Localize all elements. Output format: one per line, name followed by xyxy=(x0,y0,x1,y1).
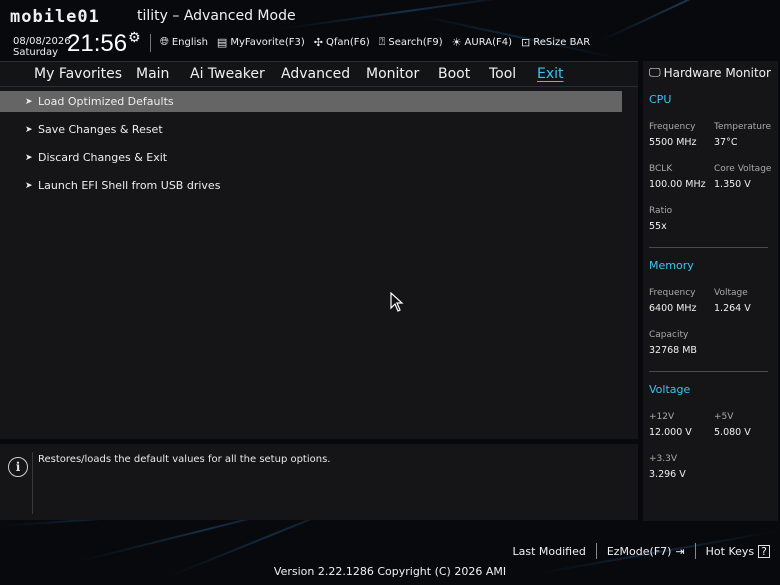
date-display: 08/08/2026 Saturday xyxy=(13,36,71,58)
date: 08/08/2026 xyxy=(13,36,71,47)
help-icon: ? xyxy=(758,544,770,558)
menu-item-launch-efi-shell[interactable]: ➤ Launch EFI Shell from USB drives xyxy=(0,175,622,196)
search-icon: ⍰ xyxy=(378,35,386,48)
menu-item-discard-changes-exit[interactable]: ➤ Discard Changes & Exit xyxy=(0,147,622,168)
hardware-monitor-panel: 🖵︎ Hardware Monitor CPU Frequency 5500 M… xyxy=(643,61,778,521)
search-button[interactable]: ⍰ Search(F9) xyxy=(379,35,443,49)
memory-capacity-value: 32768 MB xyxy=(649,345,697,356)
clock: 21:56 xyxy=(67,30,128,57)
tab-ai-tweaker[interactable]: Ai Tweaker xyxy=(190,66,265,82)
toolbar: 🌐︎ English ▤ MyFavorite(F3) ✣ Qfan(F6) ⍰… xyxy=(160,35,590,49)
arrow-right-icon: ➤ xyxy=(25,124,33,135)
arrow-right-icon: ➤ xyxy=(25,180,33,191)
hardware-monitor-title: 🖵︎ Hardware Monitor xyxy=(649,65,771,80)
fan-icon: ✣ xyxy=(313,35,323,49)
cpu-section-title: CPU xyxy=(649,93,672,106)
help-panel: i Restores/loads the default values for … xyxy=(0,444,638,520)
memory-voltage-label: Voltage xyxy=(714,288,748,298)
memory-capacity-label: Capacity xyxy=(649,330,689,340)
toolbar-label: Search(F9) xyxy=(388,36,443,48)
v12-value: 12.000 V xyxy=(649,427,692,438)
favorite-icon: ▤ xyxy=(216,35,228,49)
arrow-right-icon: ➤ xyxy=(25,96,33,107)
ratio-label: Ratio xyxy=(649,206,673,216)
arrow-right-icon: ➤ xyxy=(25,152,33,163)
toolbar-label: MyFavorite(F3) xyxy=(230,36,305,48)
footer-label: Hot Keys xyxy=(705,544,755,558)
info-divider xyxy=(32,452,33,514)
menu-item-label: Launch EFI Shell from USB drives xyxy=(38,179,221,192)
tab-bar: My Favorites Main Ai Tweaker Advanced Mo… xyxy=(0,61,638,87)
tab-main[interactable]: Main xyxy=(136,66,169,82)
resize-bar-button[interactable]: ⊡ ReSize BAR xyxy=(521,35,590,49)
toolbar-label: ReSize BAR xyxy=(533,36,591,48)
hot-keys-button[interactable]: Hot Keys ? xyxy=(694,543,780,559)
memory-frequency-value: 6400 MHz xyxy=(649,303,697,314)
toolbar-label: English xyxy=(171,36,208,48)
tab-my-favorites[interactable]: My Favorites xyxy=(34,66,122,82)
aura-icon: ☀ xyxy=(451,35,462,49)
menu-item-load-optimized-defaults[interactable]: ➤ Load Optimized Defaults xyxy=(0,91,622,112)
logo-text: mobile01 xyxy=(10,7,100,27)
footer-label: Last Modified xyxy=(512,544,586,558)
last-modified-button[interactable]: Last Modified xyxy=(502,543,595,559)
footer-label: EzMode(F7) xyxy=(606,544,672,558)
menu-item-label: Save Changes & Reset xyxy=(38,123,163,136)
menu-item-label: Discard Changes & Exit xyxy=(38,151,168,164)
version-text: Version 2.22.1286 Copyright (C) 2026 AMI xyxy=(273,565,507,578)
v33-value: 3.296 V xyxy=(649,469,686,480)
v12-label: +12V xyxy=(649,412,675,422)
myfavorite-button[interactable]: ▤ MyFavorite(F3) xyxy=(217,35,305,49)
menu-item-save-changes-reset[interactable]: ➤ Save Changes & Reset xyxy=(0,119,622,140)
section-divider xyxy=(649,247,768,248)
qfan-button[interactable]: ✣ Qfan(F6) xyxy=(314,35,370,49)
bclk-label: BCLK xyxy=(649,164,673,174)
tab-boot[interactable]: Boot xyxy=(438,66,470,82)
header-divider xyxy=(150,34,151,52)
cpu-temperature-value: 37°C xyxy=(714,137,738,148)
tab-monitor[interactable]: Monitor xyxy=(366,66,419,82)
v33-label: +3.3V xyxy=(649,454,678,464)
memory-section-title: Memory xyxy=(649,259,694,272)
main-panel: ➤ Load Optimized Defaults ➤ Save Changes… xyxy=(0,87,638,439)
hardware-monitor-title-text: Hardware Monitor xyxy=(663,65,771,80)
aura-button[interactable]: ☀ AURA(F4) xyxy=(452,35,512,49)
info-icon: i xyxy=(8,457,28,477)
cpu-frequency-label: Frequency xyxy=(649,122,696,132)
exit-arrow-icon: ⇥ xyxy=(675,544,685,558)
mouse-cursor-icon xyxy=(390,292,404,312)
cpu-temperature-label: Temperature xyxy=(714,122,772,132)
v5-label: +5V xyxy=(714,412,734,422)
core-voltage-value: 1.350 V xyxy=(714,179,751,190)
logo: mobile01 xyxy=(10,6,100,28)
v5-value: 5.080 V xyxy=(714,427,751,438)
memory-frequency-label: Frequency xyxy=(649,288,696,298)
footer-links: Last Modified EzMode(F7) ⇥ Hot Keys ? xyxy=(502,543,780,559)
tab-exit[interactable]: Exit xyxy=(537,66,564,82)
tab-advanced[interactable]: Advanced xyxy=(281,66,350,82)
voltage-section-title: Voltage xyxy=(649,383,691,396)
globe-icon: 🌐︎ xyxy=(160,35,169,48)
ezmode-button[interactable]: EzMode(F7) ⇥ xyxy=(595,543,695,559)
header: mobile01 tility – Advanced Mode 08/08/20… xyxy=(0,0,780,62)
language-button[interactable]: 🌐︎ English xyxy=(160,35,208,49)
memory-voltage-value: 1.264 V xyxy=(714,303,751,314)
cpu-frequency-value: 5500 MHz xyxy=(649,137,697,148)
weekday: Saturday xyxy=(13,47,59,58)
ratio-value: 55x xyxy=(649,221,667,232)
toolbar-label: AURA(F4) xyxy=(464,36,512,48)
core-voltage-label: Core Voltage xyxy=(714,164,772,174)
section-divider xyxy=(649,371,768,372)
resize-bar-icon: ⊡ xyxy=(521,35,531,49)
monitor-icon: 🖵︎ xyxy=(649,65,661,79)
gear-icon[interactable]: ⚙ xyxy=(128,30,141,46)
bclk-value: 100.00 MHz xyxy=(649,179,706,190)
menu-item-label: Load Optimized Defaults xyxy=(38,95,174,108)
tab-tool[interactable]: Tool xyxy=(489,66,516,82)
help-text: Restores/loads the default values for al… xyxy=(38,454,331,465)
toolbar-label: Qfan(F6) xyxy=(325,36,370,48)
app-title: tility – Advanced Mode xyxy=(137,8,296,24)
